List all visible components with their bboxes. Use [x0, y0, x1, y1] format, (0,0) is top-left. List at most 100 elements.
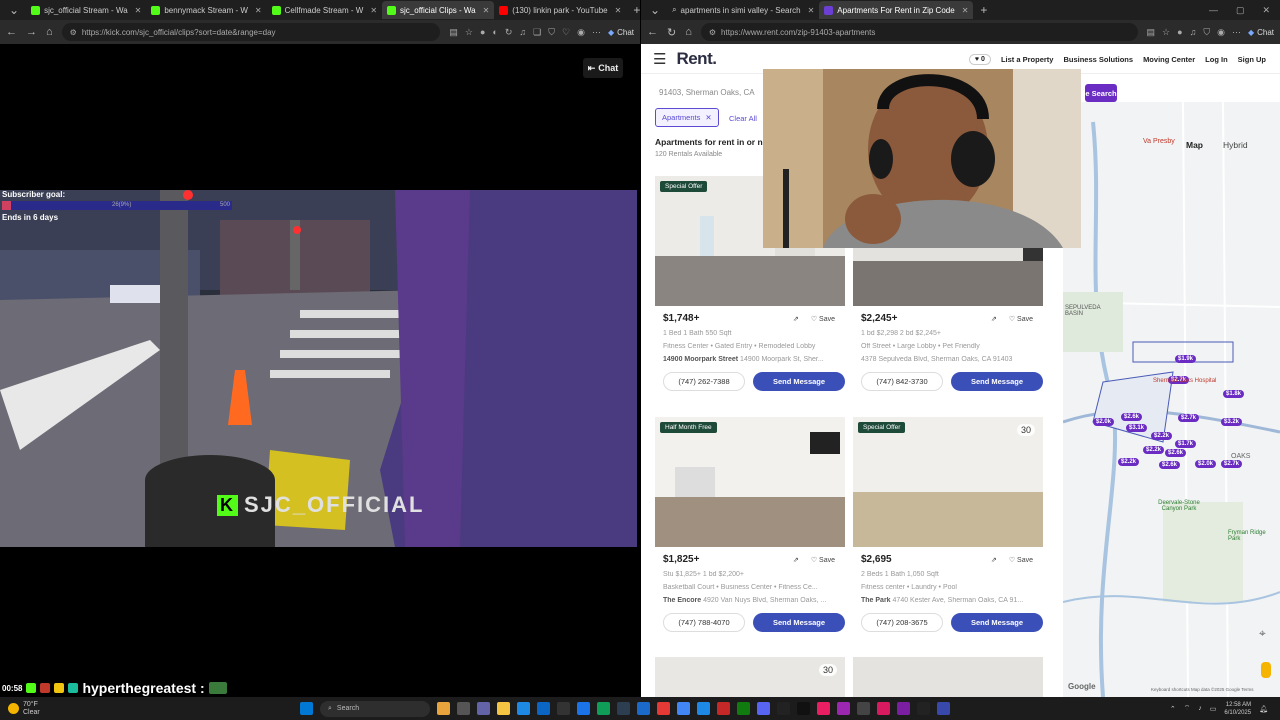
map-view-button[interactable]: Map [1186, 140, 1203, 150]
share-icon[interactable]: ⇗ [793, 315, 799, 323]
nav-login[interactable]: Log In [1205, 55, 1228, 64]
start-icon[interactable] [300, 702, 313, 715]
map-price-pin[interactable]: $2.7k [1221, 460, 1243, 468]
app-icon[interactable] [937, 702, 950, 715]
widgets-icon[interactable] [437, 702, 450, 715]
new-tab-button[interactable]: + [626, 3, 640, 17]
app-icon[interactable] [877, 702, 890, 715]
tab-youtube[interactable]: (130) linkin park - YouTube ✕ [494, 1, 626, 19]
chevron-up-icon[interactable]: ⌃ [1170, 705, 1176, 713]
app-icon[interactable] [517, 702, 530, 715]
map-price-pin[interactable]: $2.6k [1159, 461, 1181, 469]
close-window-icon[interactable]: ✕ [1262, 5, 1270, 16]
app-icon[interactable] [857, 702, 870, 715]
hybrid-view-button[interactable]: Hybrid [1223, 140, 1248, 150]
map-price-pin[interactable]: $1.8k [1223, 390, 1245, 398]
app-icon[interactable] [717, 702, 730, 715]
save-button[interactable]: ♡ Save [811, 556, 835, 564]
map-price-pin[interactable]: $2.0k [1195, 460, 1217, 468]
youtube-icon[interactable] [657, 702, 670, 715]
filter-chip-apartments[interactable]: Apartments ✕ [655, 108, 719, 127]
chrome-icon[interactable] [677, 702, 690, 715]
tab-stream-2[interactable]: bennymack Stream - W ✕ [146, 1, 266, 19]
location-icon[interactable]: ⌖ [1259, 626, 1266, 641]
listing-photo[interactable]: Special Offer 30 [853, 417, 1043, 547]
map-price-pin[interactable]: $1.9k [1175, 355, 1197, 363]
close-icon[interactable]: ✕ [705, 113, 711, 122]
map-price-pin[interactable]: $3.2k [1221, 418, 1243, 426]
phone-button[interactable]: (747) 842-3730 [861, 372, 943, 391]
app-icon[interactable] [917, 702, 930, 715]
copilot-chat-button[interactable]: ◆ Chat [1248, 28, 1274, 37]
refresh-icon[interactable]: ↻ [505, 27, 513, 38]
map-price-pin[interactable]: $2.6k [1165, 449, 1187, 457]
app-icon[interactable] [617, 702, 630, 715]
avatar[interactable]: ◉ [1217, 27, 1225, 38]
forward-icon[interactable]: → [26, 26, 37, 38]
phone-button[interactable]: (747) 788-4070 [663, 613, 745, 632]
url-field[interactable]: ⚙ https://kick.com/sjc_official/clips?sor… [61, 23, 441, 41]
reader-icon[interactable]: ▤ [449, 27, 458, 38]
star-icon[interactable]: ☆ [1162, 27, 1170, 38]
maximize-icon[interactable]: ▢ [1236, 5, 1245, 16]
listing-photo[interactable]: Half Month Free [655, 417, 845, 547]
app-icon[interactable] [777, 702, 790, 715]
app-icon[interactable] [817, 702, 830, 715]
send-message-button[interactable]: Send Message [753, 372, 845, 391]
listing-card[interactable]: 30 [655, 657, 845, 697]
open-chat-button[interactable]: ⇤ Chat [583, 58, 623, 78]
app-icon[interactable] [897, 702, 910, 715]
site-info-icon[interactable]: ⚙ [70, 28, 77, 37]
extension-icon[interactable]: ◐ [492, 27, 497, 37]
star-icon[interactable]: ☆ [465, 27, 473, 38]
tab-menu-icon[interactable]: ⌄ [2, 3, 26, 17]
volume-icon[interactable]: ♪ [1198, 705, 1202, 712]
xbox-icon[interactable] [737, 702, 750, 715]
location-input[interactable]: 91403, Sherman Oaks, CA [659, 88, 755, 97]
map-price-pin[interactable]: $2.7k [1178, 414, 1200, 422]
weather-widget[interactable]: 70°F Clear [0, 701, 300, 717]
rent-logo[interactable]: Rent. [676, 49, 717, 69]
send-message-button[interactable]: Send Message [753, 613, 845, 632]
favorites-button[interactable]: ♥ 0 [968, 54, 991, 65]
map-price-pin[interactable]: $2.2k [1118, 458, 1140, 466]
share-icon[interactable]: ⇗ [991, 315, 997, 323]
more-icon[interactable]: ⋯ [592, 27, 601, 38]
file-explorer-icon[interactable] [497, 702, 510, 715]
close-tab-icon[interactable]: ✕ [255, 6, 262, 15]
listing-name[interactable]: 14900 Moorpark Street [663, 356, 738, 363]
reader-icon[interactable]: ▤ [1147, 27, 1156, 38]
home-icon[interactable]: ⌂ [46, 26, 53, 38]
phone-button[interactable]: (747) 262-7388 [663, 372, 745, 391]
nav-moving[interactable]: Moving Center [1143, 55, 1195, 64]
copilot-chat-button[interactable]: ◆ Chat [608, 28, 634, 37]
listing-name[interactable]: The Encore [663, 597, 701, 604]
heart-icon[interactable]: ♡ [562, 27, 570, 38]
share-icon[interactable]: ⇗ [793, 556, 799, 564]
tab-stream-1[interactable]: sjc_official Stream - Wa ✕ [26, 1, 146, 19]
app-icon[interactable] [537, 702, 550, 715]
extension-icon[interactable]: ● [480, 27, 485, 37]
map[interactable]: $1.9k $2.7k $1.8k $2.0k $2.6k $3.1k $2.7k $2.2k… [1063, 102, 1280, 697]
save-button[interactable]: ♡ Save [1009, 556, 1033, 564]
close-tab-icon[interactable]: ✕ [615, 6, 622, 15]
app-icon[interactable] [837, 702, 850, 715]
clear-all-link[interactable]: Clear All [729, 114, 757, 123]
map-price-pin[interactable]: $2.0k [1093, 418, 1115, 426]
nav-signup[interactable]: Sign Up [1238, 55, 1266, 64]
url-field[interactable]: ⚙ https://www.rent.com/zip-91403-apartmen… [700, 23, 1138, 41]
pegman-icon[interactable] [1261, 662, 1271, 678]
edge-icon[interactable] [597, 702, 610, 715]
collections-icon[interactable]: ❏ [533, 27, 541, 38]
shield-icon[interactable]: ⛉ [1203, 27, 1210, 38]
tab-menu-icon[interactable]: ⌄ [643, 3, 667, 17]
share-icon[interactable]: ⇗ [991, 556, 997, 564]
avatar[interactable]: ◉ [577, 27, 585, 38]
discord-icon[interactable] [757, 702, 770, 715]
map-price-pin[interactable]: $2.6k [1121, 413, 1143, 421]
tab-stream-3[interactable]: Cellfmade Stream - W ✕ [267, 1, 382, 19]
network-icon[interactable]: ⌔ [1184, 704, 1191, 713]
listing-card[interactable]: Special Offer 30 $2,695 ⇗ ♡ Save 2 Beds 1 … [853, 417, 1043, 632]
capcut-icon[interactable] [797, 702, 810, 715]
phone-button[interactable]: (747) 208-3675 [861, 613, 943, 632]
